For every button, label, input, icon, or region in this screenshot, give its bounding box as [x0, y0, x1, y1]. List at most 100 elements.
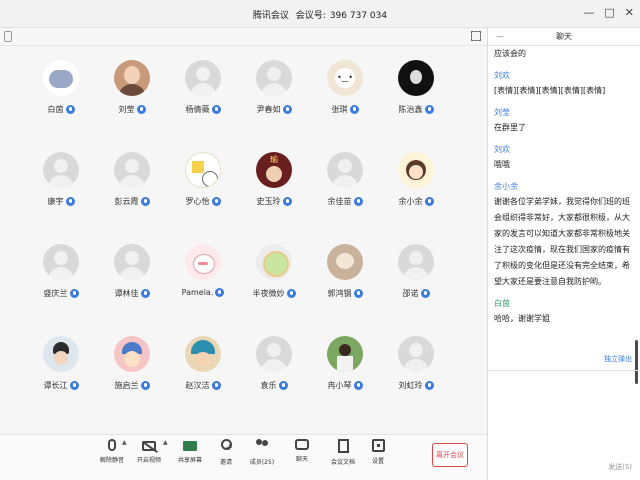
avatar	[327, 244, 363, 280]
participant-name: 白茵	[47, 105, 64, 114]
participant-name-row: 康宇	[26, 196, 96, 207]
meeting-id-label: 会议号:	[295, 11, 326, 21]
chat-message-text: 应该会的	[494, 49, 526, 58]
send-button[interactable]: 发送(S)	[608, 462, 632, 472]
maximize-icon[interactable]: □	[604, 6, 614, 19]
chat-message-text: [表情][表情][表情][表情][表情]	[494, 86, 606, 95]
chat-header: — 聊天	[488, 28, 640, 46]
avatar	[327, 152, 363, 188]
window-controls: — □ ✕	[583, 6, 634, 19]
share-screen-button[interactable]: 共享屏幕	[170, 439, 210, 464]
microphone-icon	[136, 105, 146, 114]
share-screen-icon	[183, 441, 197, 451]
participant-tile[interactable]: 史玉玲	[239, 152, 309, 242]
settings-button[interactable]: 设置	[358, 439, 398, 465]
participant-tile[interactable]: 刘莹	[97, 60, 167, 150]
camera-off-icon	[142, 441, 156, 451]
participant-name: 史玉玲	[256, 197, 281, 206]
participant-tile[interactable]: 谭林佳	[97, 244, 167, 334]
chat-message-sender: 刘莹	[494, 108, 510, 117]
participant-tile[interactable]: 余小余	[381, 152, 451, 242]
settings-label: 设置	[371, 458, 384, 465]
participant-name: 张琪	[331, 105, 348, 114]
microphone-icon	[215, 288, 225, 297]
avatar	[114, 336, 150, 372]
participant-tile[interactable]: 盛庆兰	[26, 244, 96, 334]
fullscreen-icon[interactable]	[471, 31, 481, 41]
avatar	[185, 60, 221, 96]
participant-name-row: 盛庆兰	[26, 288, 96, 299]
participant-tile[interactable]: 余佳苗	[310, 152, 380, 242]
lock-icon[interactable]	[4, 31, 12, 42]
participant-name-row: 罗心怡	[168, 196, 238, 207]
document-icon	[337, 439, 349, 453]
participant-name-row: 刘莹	[97, 104, 167, 115]
microphone-icon	[140, 381, 150, 390]
participant-name-row: 张琪	[310, 104, 380, 115]
minimize-icon[interactable]: —	[583, 6, 594, 19]
participant-tile[interactable]: 白茵	[26, 60, 96, 150]
participant-name-row: 袁乐	[239, 380, 309, 391]
microphone-icon	[278, 381, 288, 390]
participant-name: 冉小琴	[327, 381, 352, 390]
participant-tile[interactable]: 施启兰	[97, 336, 167, 426]
avatar	[43, 60, 79, 96]
participant-tile[interactable]: 康宇	[26, 152, 96, 242]
avatar	[398, 152, 434, 188]
participant-tile[interactable]: 半夜微妙	[239, 244, 309, 334]
microphone-icon	[424, 105, 434, 114]
video-options-caret[interactable]: ▲	[163, 439, 168, 446]
participant-name-row: 余小余	[381, 196, 451, 207]
leave-meeting-button[interactable]: 离开会议	[432, 443, 468, 467]
participant-tile[interactable]: 罗心怡	[168, 152, 238, 242]
participant-tile[interactable]: 陈治鑫	[381, 60, 451, 150]
chat-messages[interactable]: 应该会的 刘欢 [表情][表情][表情][表情][表情] 刘莹 在群里了 刘欢 …	[488, 46, 640, 352]
chat-title: 聊天	[556, 32, 572, 41]
participant-tile[interactable]: 尹春如	[239, 60, 309, 150]
collapse-chat-icon[interactable]: —	[496, 28, 504, 46]
participant-tile[interactable]: 邵诺	[381, 244, 451, 334]
chat-scrollbar[interactable]	[635, 340, 638, 384]
avatar	[43, 152, 79, 188]
avatar	[114, 244, 150, 280]
avatar	[327, 60, 363, 96]
participant-name: 半夜微妙	[252, 289, 285, 298]
audio-options-caret[interactable]: ▲	[122, 439, 127, 446]
participant-name: 施启兰	[114, 381, 139, 390]
members-button[interactable]: 成员(25)	[242, 439, 282, 466]
participant-name-row: 赵汉洁	[168, 380, 238, 391]
participant-tile[interactable]: 张琪	[310, 60, 380, 150]
participant-tile[interactable]: 杨倩薇	[168, 60, 238, 150]
participant-name-row: 余佳苗	[310, 196, 380, 207]
avatar	[185, 152, 221, 188]
avatar	[398, 60, 434, 96]
microphone-icon	[108, 439, 116, 451]
avatar	[43, 336, 79, 372]
participant-tile[interactable]: Pamela.	[168, 244, 238, 334]
participant-name: 赵汉洁	[185, 381, 210, 390]
chat-button[interactable]: 聊天	[282, 439, 322, 463]
participant-tile[interactable]: 刘虹玲	[381, 336, 451, 426]
popout-chat-link[interactable]: 独立弹出	[604, 354, 632, 364]
bottom-toolbar: 解除静音 ▲ 开启视频 ▲ 共享屏幕 邀请 成员(25) 聊天 会议文档 设置 …	[0, 434, 487, 480]
microphone-icon	[353, 289, 363, 298]
participant-name: 余佳苗	[327, 197, 352, 206]
participant-tile[interactable]: 郭鸿钢	[310, 244, 380, 334]
close-icon[interactable]: ✕	[625, 6, 634, 19]
participant-name: 罗心怡	[185, 197, 210, 206]
chat-message-sender: 刘欢	[494, 145, 510, 154]
participant-tile[interactable]: 谭长江	[26, 336, 96, 426]
meeting-docs-label: 会议文档	[330, 459, 355, 466]
participant-tile[interactable]: 袁乐	[239, 336, 309, 426]
meeting-docs-button[interactable]: 会议文档	[323, 439, 363, 466]
participant-tile[interactable]: 彭云霞	[97, 152, 167, 242]
chat-panel: — 聊天 应该会的 刘欢 [表情][表情][表情][表情][表情] 刘莹 在群里…	[487, 28, 640, 480]
avatar	[398, 336, 434, 372]
participant-tile[interactable]: 冉小琴	[310, 336, 380, 426]
chat-message-sender: 刘欢	[494, 71, 510, 80]
microphone-icon	[69, 381, 79, 390]
participant-tile[interactable]: 赵汉洁	[168, 336, 238, 426]
participant-name: 尹春如	[256, 105, 281, 114]
invite-button[interactable]: 邀请	[206, 439, 246, 466]
window-title: 腾讯会议 会议号: 396 737 034	[0, 8, 640, 21]
